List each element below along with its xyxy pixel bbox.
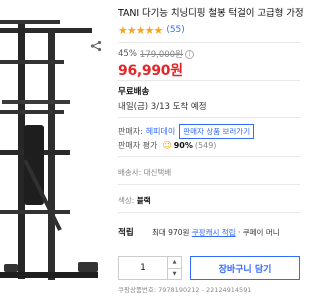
seller-row: 판매자: 헤피데이 판매자 상품 보러가기 <box>118 124 255 139</box>
product-info-panel: TANI 다기능 치닝디핑 철봉 턱걸이 고급형 가정 ★★★★★ (55) 4… <box>110 0 304 300</box>
quantity-arrows: ▲ ▼ <box>167 257 181 279</box>
divider <box>118 42 300 43</box>
seller-rating-count[interactable]: (549) <box>195 141 217 150</box>
review-count-link[interactable]: (55) <box>166 25 184 35</box>
color-label: 색상: <box>118 196 135 205</box>
info-icon[interactable]: i <box>184 49 194 59</box>
rewards-extra: · 쿠페이 머니 <box>237 228 280 237</box>
discount-rate: 45% <box>118 49 137 59</box>
product-title: TANI 다기능 치닝디핑 철봉 턱걸이 고급형 가정 <box>118 8 304 19</box>
chevron-down-icon[interactable]: ▼ <box>168 269 181 280</box>
rewards-info: 최대 970원 쿠팡캐시 적립 · 쿠페이 머니 <box>152 227 280 238</box>
quantity-stepper[interactable]: 1 ▲ ▼ <box>118 256 182 280</box>
delivery-eta: 내일(금) 3/13 도착 예정 <box>118 102 207 112</box>
discount-row: 45% 179,000원 i <box>118 48 194 60</box>
sale-price: 96,990원 <box>118 63 183 79</box>
divider <box>118 117 300 118</box>
shipping-title: 무료배송 <box>118 87 150 97</box>
original-price: 179,000원 <box>139 50 183 60</box>
divider <box>118 80 300 81</box>
star-rating-icon: ★★★★★ <box>118 23 163 37</box>
divider <box>118 156 300 157</box>
share-icon[interactable] <box>90 40 102 52</box>
coupang-cash-link[interactable]: 쿠팡캐시 적립 <box>192 228 236 237</box>
divider <box>118 212 300 213</box>
rewards-max: 최대 970원 <box>152 228 190 237</box>
chevron-up-icon[interactable]: ▲ <box>168 257 181 269</box>
seller-rating-row: 판매자 평가 ☺ 90% (549) <box>118 140 216 151</box>
delivery-company: 배송사: 대신택배 <box>118 168 172 177</box>
color-value: 블랙 <box>136 196 151 205</box>
color-option: 색상: 블랙 <box>118 195 151 206</box>
product-id: 쿠팡상품번호: 7978190212 - 22124914591 <box>118 286 252 294</box>
seller-rating-label: 판매자 평가 <box>118 141 158 150</box>
divider <box>118 184 300 185</box>
seller-name-link[interactable]: 헤피데이 <box>146 126 175 137</box>
smile-icon: ☺ <box>162 140 172 151</box>
product-image <box>0 0 105 300</box>
quantity-value[interactable]: 1 <box>119 263 167 273</box>
product-rating[interactable]: ★★★★★ (55) <box>118 23 185 37</box>
seller-products-button[interactable]: 판매자 상품 보러가기 <box>179 124 255 139</box>
rewards-label: 적립 <box>118 228 134 238</box>
seller-rating-percent: 90% <box>173 141 193 150</box>
add-to-cart-button[interactable]: 장바구니 담기 <box>190 256 300 280</box>
seller-label: 판매자: <box>118 127 143 136</box>
